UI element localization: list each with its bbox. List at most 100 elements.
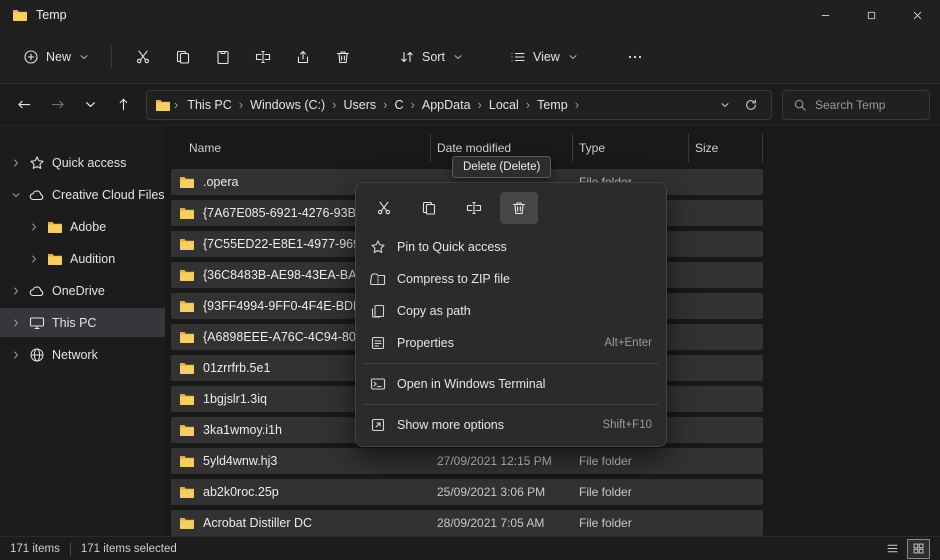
breadcrumb-item-3[interactable]: C [389,95,410,115]
sidebar-item-audition[interactable]: Audition [0,244,165,273]
cloud-icon [29,283,45,299]
breadcrumb-item-6[interactable]: Temp [531,95,574,115]
breadcrumb: This PC›Windows (C:)›Users›C›AppData›Loc… [181,95,580,115]
paste-button[interactable] [204,41,242,73]
folder-icon [179,329,195,345]
menu-item-compress-to-zip[interactable]: Compress to ZIP file [361,263,661,295]
forward-icon [50,97,65,112]
chevron-right-icon[interactable] [28,221,40,233]
chevron-down-icon[interactable] [10,189,22,201]
address-dropdown-button[interactable] [713,93,737,117]
cut-button[interactable] [365,192,403,224]
delete-button[interactable] [500,192,538,224]
menu-item-open-in-windows-terminal[interactable]: Open in Windows Terminal [361,368,661,400]
delete-icon [511,200,527,216]
title-bar: Temp [0,0,940,30]
cut-icon [376,200,392,216]
menu-item-properties[interactable]: Properties Alt+Enter [361,327,661,359]
menu-item-label: Open in Windows Terminal [397,377,545,391]
folder-icon [179,484,195,500]
sidebar-item-creative-cloud-files[interactable]: Creative Cloud Files [0,180,165,209]
context-menu: Pin to Quick access Compress to ZIP file C… [355,182,667,447]
file-date-modified: 27/09/2021 12:15 PM [431,454,573,468]
menu-item-label: Compress to ZIP file [397,272,510,286]
menu-item-shortcut: Alt+Enter [604,337,652,349]
rename-button[interactable] [244,41,282,73]
file-type: File folder [573,485,689,499]
chevron-right-icon[interactable] [10,349,22,361]
table-row[interactable]: ab2k0roc.25p25/09/2021 3:06 PMFile folde… [171,479,763,505]
copy-icon [175,49,191,65]
sidebar-item-label: Audition [70,252,115,266]
menu-item-label: Properties [397,336,454,350]
recent-locations-button[interactable] [76,91,104,119]
minimize-button[interactable] [802,0,848,30]
breadcrumb-item-2[interactable]: Users [338,95,383,115]
see-more-button[interactable] [616,41,654,73]
sidebar-item-network[interactable]: Network [0,340,165,369]
breadcrumb-item-5[interactable]: Local [483,95,525,115]
close-button[interactable] [894,0,940,30]
search-box [782,90,930,120]
sidebar-item-adobe[interactable]: Adobe [0,212,165,241]
sidebar-item-quick-access[interactable]: Quick access [0,148,165,177]
forward-button[interactable] [43,91,71,119]
breadcrumb-separator: › [173,97,179,112]
details-view-button[interactable] [881,539,904,559]
table-row[interactable]: 5yld4wnw.hj327/09/2021 12:15 PMFile fold… [171,448,763,474]
folder-icon [179,267,195,283]
sort-button-label: Sort [422,50,445,64]
maximize-icon [865,9,878,22]
menu-item-copy-as-path[interactable]: Copy as path [361,295,661,327]
file-name: Acrobat Distiller DC [203,516,312,530]
plus-circle-icon [23,49,39,65]
breadcrumb-item-4[interactable]: AppData [416,95,477,115]
navigation-bar: › This PC›Windows (C:)›Users›C›AppData›L… [0,84,940,126]
sort-button[interactable]: Sort [390,42,473,72]
search-input[interactable] [815,98,919,112]
network-icon [29,347,45,363]
sidebar-item-label: Adobe [70,220,106,234]
tooltip: Delete (Delete) [452,156,551,178]
sort-icon [399,49,415,65]
folder-icon [179,236,195,252]
file-type: File folder [573,454,689,468]
thumbnails-view-button[interactable] [907,539,930,559]
column-header-name[interactable]: Name [171,134,431,162]
chevron-right-icon[interactable] [10,317,22,329]
refresh-button[interactable] [739,93,763,117]
sidebar-item-onedrive[interactable]: OneDrive [0,276,165,305]
sidebar-item-label: Network [52,348,98,362]
chevron-down-icon [452,51,464,63]
column-header-type[interactable]: Type [573,134,689,162]
breadcrumb-item-0[interactable]: This PC [181,95,237,115]
chevron-right-icon[interactable] [10,285,22,297]
chevron-down-icon [567,51,579,63]
chevron-right-icon[interactable] [10,157,22,169]
menu-divider [364,404,658,405]
view-button[interactable]: View [501,42,588,72]
window-controls [802,0,940,30]
breadcrumb-item-1[interactable]: Windows (C:) [244,95,331,115]
folder-icon [179,515,195,531]
up-button[interactable] [109,91,137,119]
column-header-size[interactable]: Size [689,134,763,162]
menu-item-show-more-options[interactable]: Show more optionsShift+F10 [361,409,661,441]
cut-button[interactable] [124,41,162,73]
address-bar[interactable]: › This PC›Windows (C:)›Users›C›AppData›L… [146,90,772,120]
table-row[interactable]: Acrobat Distiller DC28/09/2021 7:05 AMFi… [171,510,763,536]
maximize-button[interactable] [848,0,894,30]
back-button[interactable] [10,91,38,119]
share-button[interactable] [284,41,322,73]
sidebar-item-this-pc[interactable]: This PC [0,308,165,337]
rename-button[interactable] [455,192,493,224]
menu-item-pin-to-quick-access[interactable]: Pin to Quick access [361,231,661,263]
delete-button[interactable] [324,41,362,73]
new-button-label: New [46,50,71,64]
new-button[interactable]: New [14,42,99,72]
chevron-down-icon [83,97,98,112]
folder-icon [47,219,63,235]
copy-button[interactable] [164,41,202,73]
copy-button[interactable] [410,192,448,224]
chevron-right-icon[interactable] [28,253,40,265]
